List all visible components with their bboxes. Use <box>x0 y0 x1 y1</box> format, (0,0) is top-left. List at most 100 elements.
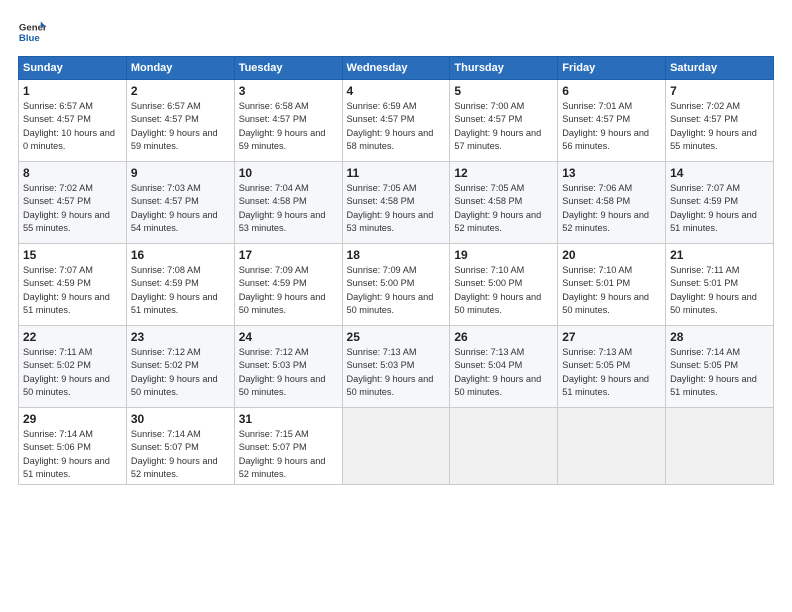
day-info: Sunrise: 6:59 AMSunset: 4:57 PMDaylight:… <box>347 101 434 151</box>
day-info: Sunrise: 7:12 AMSunset: 5:02 PMDaylight:… <box>131 347 218 397</box>
calendar-cell: 12 Sunrise: 7:05 AMSunset: 4:58 PMDaylig… <box>450 162 558 244</box>
calendar-cell: 17 Sunrise: 7:09 AMSunset: 4:59 PMDaylig… <box>234 244 342 326</box>
day-number: 19 <box>454 248 553 262</box>
day-number: 15 <box>23 248 122 262</box>
weekday-monday: Monday <box>126 57 234 80</box>
day-number: 17 <box>239 248 338 262</box>
calendar-page: General Blue SundayMondayTuesdayWednesda… <box>0 0 792 612</box>
calendar-cell: 10 Sunrise: 7:04 AMSunset: 4:58 PMDaylig… <box>234 162 342 244</box>
day-info: Sunrise: 6:57 AMSunset: 4:57 PMDaylight:… <box>23 101 115 151</box>
calendar-week-3: 15 Sunrise: 7:07 AMSunset: 4:59 PMDaylig… <box>19 244 774 326</box>
calendar-cell: 30 Sunrise: 7:14 AMSunset: 5:07 PMDaylig… <box>126 408 234 485</box>
day-number: 2 <box>131 84 230 98</box>
day-info: Sunrise: 7:07 AMSunset: 4:59 PMDaylight:… <box>23 265 110 315</box>
calendar-cell: 16 Sunrise: 7:08 AMSunset: 4:59 PMDaylig… <box>126 244 234 326</box>
day-info: Sunrise: 7:13 AMSunset: 5:03 PMDaylight:… <box>347 347 434 397</box>
calendar-week-2: 8 Sunrise: 7:02 AMSunset: 4:57 PMDayligh… <box>19 162 774 244</box>
day-info: Sunrise: 7:04 AMSunset: 4:58 PMDaylight:… <box>239 183 326 233</box>
weekday-sunday: Sunday <box>19 57 127 80</box>
logo-icon: General Blue <box>18 18 46 46</box>
day-number: 28 <box>670 330 769 344</box>
calendar-cell: 1 Sunrise: 6:57 AMSunset: 4:57 PMDayligh… <box>19 80 127 162</box>
day-info: Sunrise: 7:13 AMSunset: 5:05 PMDaylight:… <box>562 347 649 397</box>
day-number: 14 <box>670 166 769 180</box>
calendar-cell: 9 Sunrise: 7:03 AMSunset: 4:57 PMDayligh… <box>126 162 234 244</box>
day-info: Sunrise: 7:10 AMSunset: 5:01 PMDaylight:… <box>562 265 649 315</box>
day-info: Sunrise: 7:07 AMSunset: 4:59 PMDaylight:… <box>670 183 757 233</box>
day-info: Sunrise: 7:03 AMSunset: 4:57 PMDaylight:… <box>131 183 218 233</box>
day-number: 26 <box>454 330 553 344</box>
day-info: Sunrise: 7:14 AMSunset: 5:05 PMDaylight:… <box>670 347 757 397</box>
day-info: Sunrise: 7:13 AMSunset: 5:04 PMDaylight:… <box>454 347 541 397</box>
day-info: Sunrise: 7:11 AMSunset: 5:02 PMDaylight:… <box>23 347 110 397</box>
day-info: Sunrise: 7:02 AMSunset: 4:57 PMDaylight:… <box>23 183 110 233</box>
calendar-cell: 8 Sunrise: 7:02 AMSunset: 4:57 PMDayligh… <box>19 162 127 244</box>
day-number: 3 <box>239 84 338 98</box>
calendar-cell <box>558 408 666 485</box>
day-info: Sunrise: 7:05 AMSunset: 4:58 PMDaylight:… <box>347 183 434 233</box>
day-number: 11 <box>347 166 446 180</box>
calendar-cell: 18 Sunrise: 7:09 AMSunset: 5:00 PMDaylig… <box>342 244 450 326</box>
calendar-cell: 14 Sunrise: 7:07 AMSunset: 4:59 PMDaylig… <box>666 162 774 244</box>
day-info: Sunrise: 7:08 AMSunset: 4:59 PMDaylight:… <box>131 265 218 315</box>
day-number: 21 <box>670 248 769 262</box>
calendar-cell: 31 Sunrise: 7:15 AMSunset: 5:07 PMDaylig… <box>234 408 342 485</box>
weekday-thursday: Thursday <box>450 57 558 80</box>
day-info: Sunrise: 7:14 AMSunset: 5:07 PMDaylight:… <box>131 429 218 479</box>
day-number: 10 <box>239 166 338 180</box>
calendar-body: 1 Sunrise: 6:57 AMSunset: 4:57 PMDayligh… <box>19 80 774 485</box>
calendar-week-1: 1 Sunrise: 6:57 AMSunset: 4:57 PMDayligh… <box>19 80 774 162</box>
day-number: 4 <box>347 84 446 98</box>
calendar-table: SundayMondayTuesdayWednesdayThursdayFrid… <box>18 56 774 485</box>
day-number: 12 <box>454 166 553 180</box>
weekday-wednesday: Wednesday <box>342 57 450 80</box>
svg-text:Blue: Blue <box>19 33 40 44</box>
day-number: 7 <box>670 84 769 98</box>
calendar-cell: 13 Sunrise: 7:06 AMSunset: 4:58 PMDaylig… <box>558 162 666 244</box>
calendar-cell: 22 Sunrise: 7:11 AMSunset: 5:02 PMDaylig… <box>19 326 127 408</box>
day-info: Sunrise: 7:15 AMSunset: 5:07 PMDaylight:… <box>239 429 326 479</box>
day-info: Sunrise: 7:02 AMSunset: 4:57 PMDaylight:… <box>670 101 757 151</box>
calendar-cell: 5 Sunrise: 7:00 AMSunset: 4:57 PMDayligh… <box>450 80 558 162</box>
day-number: 13 <box>562 166 661 180</box>
calendar-cell: 26 Sunrise: 7:13 AMSunset: 5:04 PMDaylig… <box>450 326 558 408</box>
day-info: Sunrise: 7:10 AMSunset: 5:00 PMDaylight:… <box>454 265 541 315</box>
calendar-cell: 27 Sunrise: 7:13 AMSunset: 5:05 PMDaylig… <box>558 326 666 408</box>
day-info: Sunrise: 7:09 AMSunset: 5:00 PMDaylight:… <box>347 265 434 315</box>
day-number: 25 <box>347 330 446 344</box>
day-number: 5 <box>454 84 553 98</box>
calendar-cell: 15 Sunrise: 7:07 AMSunset: 4:59 PMDaylig… <box>19 244 127 326</box>
day-number: 30 <box>131 412 230 426</box>
calendar-cell: 24 Sunrise: 7:12 AMSunset: 5:03 PMDaylig… <box>234 326 342 408</box>
calendar-cell: 28 Sunrise: 7:14 AMSunset: 5:05 PMDaylig… <box>666 326 774 408</box>
day-info: Sunrise: 7:14 AMSunset: 5:06 PMDaylight:… <box>23 429 110 479</box>
calendar-cell: 4 Sunrise: 6:59 AMSunset: 4:57 PMDayligh… <box>342 80 450 162</box>
calendar-cell: 19 Sunrise: 7:10 AMSunset: 5:00 PMDaylig… <box>450 244 558 326</box>
day-number: 18 <box>347 248 446 262</box>
weekday-saturday: Saturday <box>666 57 774 80</box>
day-info: Sunrise: 7:09 AMSunset: 4:59 PMDaylight:… <box>239 265 326 315</box>
calendar-cell: 29 Sunrise: 7:14 AMSunset: 5:06 PMDaylig… <box>19 408 127 485</box>
calendar-cell: 21 Sunrise: 7:11 AMSunset: 5:01 PMDaylig… <box>666 244 774 326</box>
day-number: 31 <box>239 412 338 426</box>
day-info: Sunrise: 7:12 AMSunset: 5:03 PMDaylight:… <box>239 347 326 397</box>
day-number: 23 <box>131 330 230 344</box>
header: General Blue <box>18 18 774 46</box>
calendar-cell: 6 Sunrise: 7:01 AMSunset: 4:57 PMDayligh… <box>558 80 666 162</box>
day-info: Sunrise: 7:06 AMSunset: 4:58 PMDaylight:… <box>562 183 649 233</box>
calendar-cell: 20 Sunrise: 7:10 AMSunset: 5:01 PMDaylig… <box>558 244 666 326</box>
day-number: 8 <box>23 166 122 180</box>
day-info: Sunrise: 7:01 AMSunset: 4:57 PMDaylight:… <box>562 101 649 151</box>
day-number: 16 <box>131 248 230 262</box>
weekday-header-row: SundayMondayTuesdayWednesdayThursdayFrid… <box>19 57 774 80</box>
calendar-cell: 23 Sunrise: 7:12 AMSunset: 5:02 PMDaylig… <box>126 326 234 408</box>
calendar-week-4: 22 Sunrise: 7:11 AMSunset: 5:02 PMDaylig… <box>19 326 774 408</box>
day-number: 27 <box>562 330 661 344</box>
calendar-cell: 2 Sunrise: 6:57 AMSunset: 4:57 PMDayligh… <box>126 80 234 162</box>
logo: General Blue <box>18 18 52 46</box>
day-info: Sunrise: 7:00 AMSunset: 4:57 PMDaylight:… <box>454 101 541 151</box>
day-number: 22 <box>23 330 122 344</box>
day-number: 9 <box>131 166 230 180</box>
calendar-cell <box>450 408 558 485</box>
day-number: 20 <box>562 248 661 262</box>
